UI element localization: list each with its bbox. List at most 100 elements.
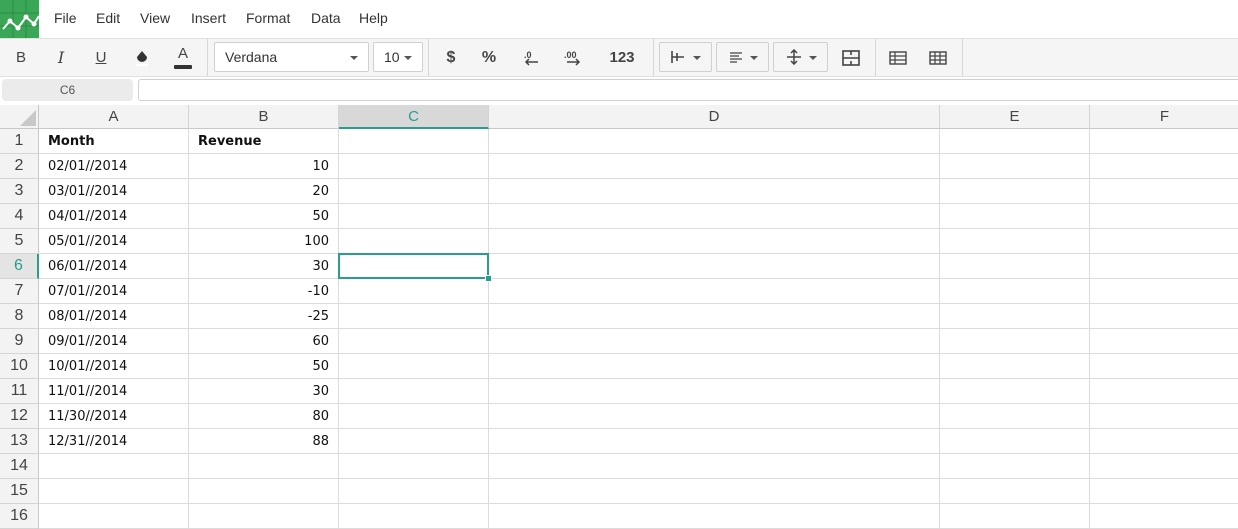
cell-reference-box[interactable]: C6: [2, 79, 133, 101]
cell-b6[interactable]: 30: [189, 254, 339, 279]
cell-d2[interactable]: [489, 154, 940, 179]
column-header-c[interactable]: C: [339, 105, 489, 129]
cell-b16[interactable]: [189, 504, 339, 529]
menu-insert[interactable]: Insert: [191, 10, 226, 26]
cell-a10[interactable]: 10/01//2014: [39, 354, 189, 379]
row-header-13[interactable]: 13: [0, 429, 39, 454]
cell-a4[interactable]: 04/01//2014: [39, 204, 189, 229]
cell-d14[interactable]: [489, 454, 940, 479]
cell-c9[interactable]: [339, 329, 489, 354]
cell-e3[interactable]: [940, 179, 1090, 204]
cell-a14[interactable]: [39, 454, 189, 479]
cell-d16[interactable]: [489, 504, 940, 529]
cell-c11[interactable]: [339, 379, 489, 404]
cell-f12[interactable]: [1090, 404, 1238, 429]
cell-e9[interactable]: [940, 329, 1090, 354]
cell-b9[interactable]: 60: [189, 329, 339, 354]
row-header-9[interactable]: 9: [0, 329, 39, 354]
cell-c12[interactable]: [339, 404, 489, 429]
cell-f14[interactable]: [1090, 454, 1238, 479]
cell-d12[interactable]: [489, 404, 940, 429]
cell-e4[interactable]: [940, 204, 1090, 229]
cell-f3[interactable]: [1090, 179, 1238, 204]
row-header-4[interactable]: 4: [0, 204, 39, 229]
number-format-button[interactable]: 123: [602, 39, 642, 76]
cell-b2[interactable]: 10: [189, 154, 339, 179]
cell-d8[interactable]: [489, 304, 940, 329]
cell-d9[interactable]: [489, 329, 940, 354]
cell-e11[interactable]: [940, 379, 1090, 404]
cell-a8[interactable]: 08/01//2014: [39, 304, 189, 329]
menu-file[interactable]: File: [54, 10, 77, 26]
cell-c13[interactable]: [339, 429, 489, 454]
cell-d4[interactable]: [489, 204, 940, 229]
cell-a2[interactable]: 02/01//2014: [39, 154, 189, 179]
font-family-select[interactable]: Verdana: [214, 42, 369, 72]
cell-f4[interactable]: [1090, 204, 1238, 229]
cell-e1[interactable]: [940, 129, 1090, 154]
cell-c10[interactable]: [339, 354, 489, 379]
cell-f11[interactable]: [1090, 379, 1238, 404]
cell-b10[interactable]: 50: [189, 354, 339, 379]
row-header-12[interactable]: 12: [0, 404, 39, 429]
column-header-e[interactable]: E: [940, 105, 1090, 129]
column-header-b[interactable]: B: [189, 105, 339, 129]
cell-a13[interactable]: 12/31//2014: [39, 429, 189, 454]
cell-a1[interactable]: Month: [39, 129, 189, 154]
cell-a16[interactable]: [39, 504, 189, 529]
row-header-11[interactable]: 11: [0, 379, 39, 404]
font-size-select[interactable]: 10: [373, 42, 423, 72]
vertical-align-select[interactable]: [773, 42, 828, 72]
column-header-a[interactable]: A: [39, 105, 189, 129]
currency-format-button[interactable]: $: [438, 39, 464, 76]
cell-a15[interactable]: [39, 479, 189, 504]
menu-help[interactable]: Help: [359, 10, 388, 26]
cell-f8[interactable]: [1090, 304, 1238, 329]
cell-b12[interactable]: 80: [189, 404, 339, 429]
cell-d13[interactable]: [489, 429, 940, 454]
menu-data[interactable]: Data: [311, 10, 341, 26]
cell-a11[interactable]: 11/01//2014: [39, 379, 189, 404]
cell-e15[interactable]: [940, 479, 1090, 504]
cell-b3[interactable]: 20: [189, 179, 339, 204]
cell-a12[interactable]: 11/30//2014: [39, 404, 189, 429]
cell-b15[interactable]: [189, 479, 339, 504]
menu-edit[interactable]: Edit: [96, 10, 120, 26]
cell-d1[interactable]: [489, 129, 940, 154]
row-header-10[interactable]: 10: [0, 354, 39, 379]
cell-f16[interactable]: [1090, 504, 1238, 529]
row-header-16[interactable]: 16: [0, 504, 39, 529]
formula-input[interactable]: [138, 79, 1238, 101]
cell-d11[interactable]: [489, 379, 940, 404]
cell-d6[interactable]: [489, 254, 940, 279]
cell-c7[interactable]: [339, 279, 489, 304]
cell-f15[interactable]: [1090, 479, 1238, 504]
cell-d3[interactable]: [489, 179, 940, 204]
cell-c6[interactable]: [339, 254, 489, 279]
cell-b14[interactable]: [189, 454, 339, 479]
cell-c3[interactable]: [339, 179, 489, 204]
cell-e6[interactable]: [940, 254, 1090, 279]
cell-c1[interactable]: [339, 129, 489, 154]
cell-b8[interactable]: -25: [189, 304, 339, 329]
cell-f13[interactable]: [1090, 429, 1238, 454]
cell-a5[interactable]: 05/01//2014: [39, 229, 189, 254]
row-header-14[interactable]: 14: [0, 454, 39, 479]
cell-d15[interactable]: [489, 479, 940, 504]
cell-e8[interactable]: [940, 304, 1090, 329]
cell-a7[interactable]: 07/01//2014: [39, 279, 189, 304]
decrease-decimal-button[interactable]: .0: [517, 39, 545, 76]
cell-c15[interactable]: [339, 479, 489, 504]
cell-f7[interactable]: [1090, 279, 1238, 304]
row-header-6[interactable]: 6: [0, 254, 39, 279]
select-all-corner[interactable]: [0, 105, 39, 129]
column-header-d[interactable]: D: [489, 105, 940, 129]
cell-a6[interactable]: 06/01//2014: [39, 254, 189, 279]
cell-b5[interactable]: 100: [189, 229, 339, 254]
cell-b11[interactable]: 30: [189, 379, 339, 404]
cell-f9[interactable]: [1090, 329, 1238, 354]
cell-e12[interactable]: [940, 404, 1090, 429]
underline-button[interactable]: U: [88, 39, 114, 76]
cell-b13[interactable]: 88: [189, 429, 339, 454]
row-header-15[interactable]: 15: [0, 479, 39, 504]
